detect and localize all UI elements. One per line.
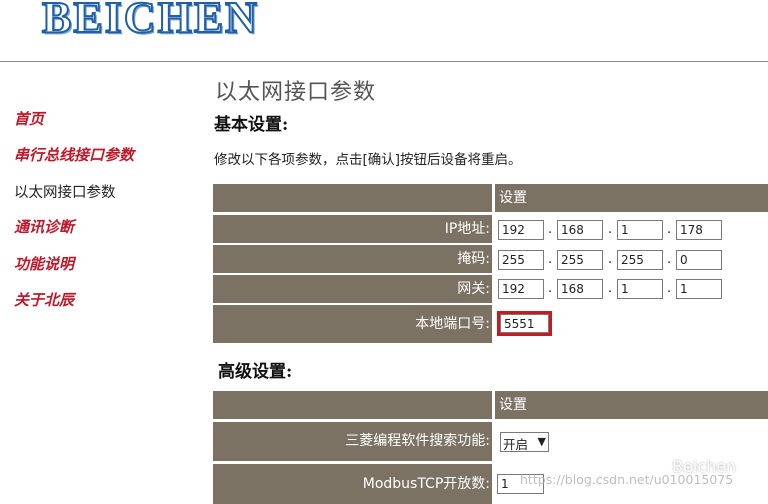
sidebar-item-about[interactable]: 关于北辰 — [14, 289, 74, 310]
sidebar-item-ethernet[interactable]: 以太网接口参数 — [14, 181, 116, 202]
mask-label: 掩码: — [213, 245, 492, 273]
ip-octet-4-input[interactable]: 178 — [676, 220, 722, 240]
ip-octet-2-input[interactable]: 168 — [557, 220, 603, 240]
sidebar-item-serial-bus[interactable]: 串行总线接口参数 — [14, 144, 134, 165]
header-setting-cell: 设置 — [495, 184, 768, 212]
modbus-label: ModbusTCP开放数: — [213, 464, 492, 504]
ip-octet-1-input[interactable]: 192 — [498, 220, 544, 240]
gateway-octet-1-input[interactable]: 192 — [498, 279, 544, 299]
mask-octet-1-input[interactable]: 255 — [498, 250, 544, 270]
gateway-label: 网关: — [213, 275, 492, 303]
search-function-select[interactable]: 开启 ▼ — [500, 432, 549, 452]
search-function-row: 三菱编程软件搜索功能: — [213, 422, 768, 461]
port-row: 本地端口号: — [213, 305, 768, 343]
brand-logo: BEICHEN — [41, 0, 259, 43]
table-header-row: 设置 — [213, 391, 768, 419]
mask-separator: . — [667, 252, 672, 267]
gateway-separator: . — [608, 281, 613, 296]
gateway-separator: . — [548, 281, 553, 296]
mask-octet-2-input[interactable]: 255 — [557, 250, 603, 270]
basic-settings-heading: 基本设置: — [214, 115, 289, 135]
port-highlight-box — [497, 311, 552, 336]
ip-octet-3-input[interactable]: 1 — [617, 220, 663, 240]
ip-label: IP地址: — [213, 215, 492, 243]
sidebar-item-function-description[interactable]: 功能说明 — [14, 253, 74, 274]
gateway-octet-2-input[interactable]: 168 — [557, 279, 603, 299]
ip-separator: . — [667, 222, 672, 237]
mask-separator: . — [548, 252, 553, 267]
gateway-octet-3-input[interactable]: 1 — [617, 279, 663, 299]
gateway-separator: . — [667, 281, 672, 296]
search-function-value: 开启 — [503, 437, 529, 452]
header-setting-label: 设置 — [499, 190, 527, 206]
mask-octet-3-input[interactable]: 255 — [617, 250, 663, 270]
watermark-brand: Beichen — [672, 457, 737, 476]
page-title: 以太网接口参数 — [215, 80, 377, 105]
header-divider — [0, 61, 768, 62]
mask-separator: . — [608, 252, 613, 267]
ip-separator: . — [548, 222, 553, 237]
port-label: 本地端口号: — [213, 305, 492, 343]
restart-note: 修改以下各项参数，点击[确认]按钮后设备将重启。 — [214, 152, 522, 168]
sidebar-item-diagnostics[interactable]: 通讯诊断 — [14, 216, 74, 237]
header-label-cell — [213, 391, 492, 419]
ip-separator: . — [608, 222, 613, 237]
chevron-down-icon: ▼ — [537, 435, 546, 448]
sidebar-item-home[interactable]: 首页 — [14, 108, 44, 129]
gateway-octet-4-input[interactable]: 1 — [676, 279, 722, 299]
advanced-settings-heading: 高级设置: — [218, 362, 293, 382]
wechat-icon — [649, 458, 669, 475]
mask-octet-4-input[interactable]: 0 — [676, 250, 722, 270]
header-setting-label: 设置 — [499, 397, 527, 413]
table-header-row: 设置 — [213, 184, 768, 212]
search-function-label: 三菱编程软件搜索功能: — [213, 422, 492, 461]
header-setting-cell: 设置 — [495, 391, 768, 419]
header-label-cell — [213, 184, 492, 212]
